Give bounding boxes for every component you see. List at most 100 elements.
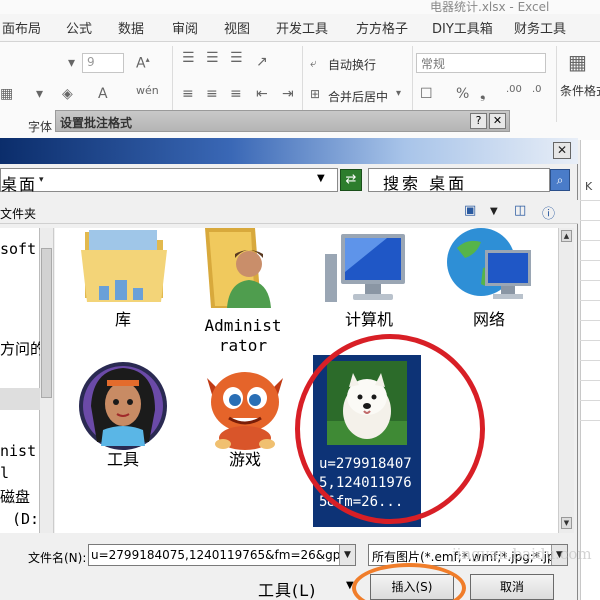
filename-input[interactable]: u=2799184075,1240119765&fm=26&gp= <box>88 544 356 566</box>
refresh-button[interactable]: ⇄ <box>340 169 362 191</box>
view-options-icon[interactable]: ▣ <box>464 203 476 218</box>
file-item-network[interactable]: 网络 <box>437 228 541 340</box>
conditional-format-icon[interactable]: ▦ <box>568 50 587 74</box>
font-color-icon[interactable]: A <box>98 86 108 102</box>
close-button[interactable]: ✕ <box>553 142 571 159</box>
chevron-down-icon[interactable]: ▾ <box>68 55 75 71</box>
scroll-thumb[interactable] <box>41 248 52 398</box>
help-icon[interactable]: ⓘ <box>542 203 555 222</box>
watermark: jingyan.baidu.com <box>452 545 592 563</box>
fill-color-icon[interactable]: ◈ <box>62 86 73 102</box>
close-icon: ✕ <box>556 143 568 157</box>
library-folder-icon <box>81 230 167 302</box>
tools-button[interactable]: 工具(L) <box>258 577 316 600</box>
refresh-icon: ⇄ <box>345 172 357 187</box>
close-button[interactable]: ✕ <box>489 113 506 129</box>
chevron-down-icon[interactable]: ▼ <box>339 545 355 565</box>
ribbon-tab-bar: 面布局 公式 数据 审阅 视图 开发工具 方方格子 DIY工具箱 财务工具 <box>0 14 600 42</box>
orientation-icon[interactable]: ↗ <box>256 54 268 70</box>
decrease-indent-icon[interactable]: ⇤ <box>256 86 268 102</box>
tab-review[interactable]: 审阅 <box>172 18 198 37</box>
tab-page-layout[interactable]: 面布局 <box>2 18 41 37</box>
align-left-icon[interactable]: ≡ <box>182 86 194 102</box>
file-label: 计算机 <box>344 310 393 329</box>
chevron-down-icon[interactable]: ▼ <box>490 206 498 217</box>
file-label: 游戏 <box>228 450 261 469</box>
wrap-text-button[interactable]: 自动换行 <box>328 56 376 73</box>
new-folder-button[interactable]: 文件夹 <box>0 205 36 222</box>
column-header-k[interactable]: K <box>585 180 592 193</box>
dialog-titlebar: ✕ <box>0 138 578 164</box>
tab-developer[interactable]: 开发工具 <box>276 18 328 37</box>
scroll-up-icon[interactable]: ▲ <box>561 230 572 242</box>
file-label: 工具 <box>106 450 139 469</box>
tab-diy-tools[interactable]: DIY工具箱 <box>432 18 493 37</box>
file-item-games[interactable]: 游戏 <box>193 358 297 469</box>
chevron-down-icon[interactable]: ▾ <box>396 88 401 99</box>
tab-formulas[interactable]: 公式 <box>66 18 92 37</box>
address-text: 桌面 <box>1 175 38 194</box>
orange-annotation-circle <box>352 563 466 600</box>
filename-label: 文件名(N): <box>28 551 87 565</box>
nav-item[interactable]: 磁盘 <box>0 486 30 507</box>
preview-pane-icon[interactable]: ◫ <box>514 203 526 218</box>
help-button[interactable]: ? <box>470 113 487 129</box>
file-list-scrollbar[interactable]: ▲ ▼ <box>558 228 574 533</box>
merge-icon: ⊞ <box>310 87 321 101</box>
file-item-computer[interactable]: 计算机 <box>317 228 421 340</box>
number-format-value: 常规 <box>421 57 446 71</box>
nav-item[interactable]: soft <box>0 240 36 258</box>
file-item-library[interactable]: 库 <box>71 228 175 340</box>
file-label: 网络 <box>472 310 505 329</box>
phonetic-icon[interactable]: wén <box>136 84 159 97</box>
cancel-button[interactable]: 取消 <box>470 574 554 600</box>
tab-view[interactable]: 视图 <box>224 18 250 37</box>
increase-font-icon[interactable]: A▴ <box>136 55 150 72</box>
font-size-select[interactable]: 9 <box>82 53 124 73</box>
percent-icon[interactable]: % <box>456 86 469 102</box>
nav-item[interactable]: l <box>0 464 9 482</box>
file-item-tools[interactable]: 工具 <box>71 358 175 469</box>
worksheet-grid[interactable] <box>580 140 600 600</box>
comma-style-icon[interactable]: ❟ <box>480 86 486 102</box>
file-list[interactable]: 库 Administ rator 计算机 网络 工具 游戏 u=27991840… <box>55 228 558 533</box>
currency-icon[interactable]: ☐ <box>420 86 433 102</box>
chevron-down-icon[interactable]: ▾ <box>39 175 44 185</box>
chevron-down-icon[interactable]: ▼ <box>317 173 325 184</box>
nav-scrollbar[interactable] <box>40 228 54 533</box>
conditional-format-button[interactable]: 条件格式 <box>560 82 600 99</box>
red-annotation-circle <box>295 334 485 524</box>
tab-data[interactable]: 数据 <box>118 18 144 37</box>
align-right-icon[interactable]: ≡ <box>230 86 242 102</box>
insert-picture-dialog: ✕ 桌面 ▾ ▼ ⇄ 搜索 桌面 ⌕ 文件夹 ▣ ▼ ◫ ⓘ soft 方问的 … <box>0 138 592 600</box>
network-icon <box>447 228 531 299</box>
align-center-icon[interactable]: ≡ <box>206 86 218 102</box>
border-icon[interactable]: ▦ <box>0 86 13 102</box>
number-format-select[interactable]: 常规 <box>416 53 546 73</box>
align-middle-icon[interactable]: ☰ <box>206 50 219 66</box>
file-label: Administ rator <box>204 316 282 355</box>
align-top-icon[interactable]: ☰ <box>182 50 195 66</box>
chevron-down-icon[interactable]: ▾ <box>36 86 43 102</box>
increase-decimal-icon[interactable]: .00 <box>506 84 522 95</box>
dialog-toolbar: 文件夹 ▣ ▼ ◫ ⓘ <box>0 200 578 224</box>
wrap-text-icon: ⤶ <box>310 56 317 70</box>
increase-indent-icon[interactable]: ⇥ <box>282 86 294 102</box>
tab-fangfang[interactable]: 方方格子 <box>356 18 408 37</box>
princess-avatar-icon <box>79 362 167 450</box>
decrease-decimal-icon[interactable]: .0 <box>532 84 542 95</box>
search-input[interactable]: 搜索 桌面 <box>368 168 550 193</box>
navigation-pane[interactable]: soft 方问的 nist l 磁盘 (D: <box>0 228 45 533</box>
search-button[interactable]: ⌕ <box>550 169 570 191</box>
scroll-down-icon[interactable]: ▼ <box>561 517 572 529</box>
merge-center-button[interactable]: 合并后居中 <box>328 88 388 105</box>
nav-item[interactable]: nist <box>0 442 36 460</box>
tab-finance-tools[interactable]: 财务工具 <box>514 18 566 37</box>
address-bar[interactable]: 桌面 ▾ ▼ <box>0 168 338 194</box>
nav-item[interactable]: 方问的 <box>0 338 45 359</box>
orange-dragon-icon <box>207 372 283 450</box>
file-item-administrator[interactable]: Administ rator <box>191 228 295 358</box>
align-bottom-icon[interactable]: ☰ <box>230 50 243 66</box>
font-size-value: 9 <box>87 55 95 69</box>
nav-item[interactable]: (D: <box>12 510 39 528</box>
